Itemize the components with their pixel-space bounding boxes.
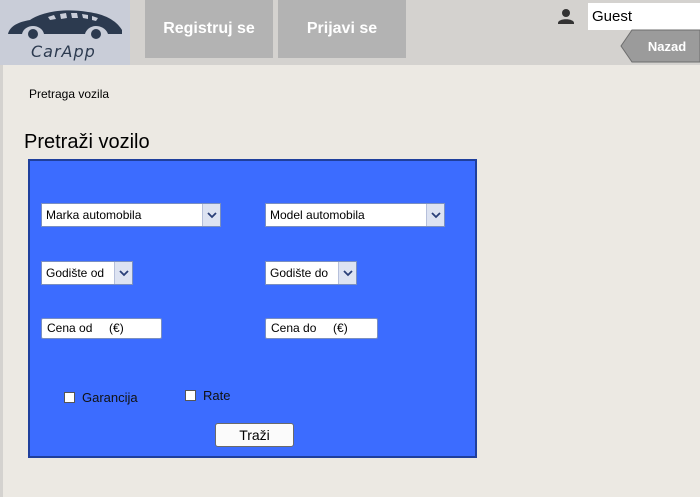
checkbox-box[interactable]: [64, 392, 75, 403]
search-panel: Marka automobila Model automobila Godišt…: [28, 159, 477, 458]
make-select[interactable]: Marka automobila: [41, 203, 221, 227]
year-to-value: Godište do: [270, 266, 329, 280]
user-name: Guest: [588, 3, 700, 30]
chevron-down-icon: [114, 262, 132, 284]
year-from-select[interactable]: Godište od: [41, 261, 133, 285]
login-button[interactable]: Prijavi se: [278, 0, 406, 58]
chevron-down-icon: [426, 204, 444, 226]
page-title: Pretraži vozilo: [24, 131, 150, 153]
price-to-input[interactable]: Cena do (€): [265, 318, 378, 339]
chevron-down-icon: [338, 262, 356, 284]
chevron-down-icon: [202, 204, 220, 226]
breadcrumb: Pretraga vozila: [29, 87, 110, 101]
price-from-input[interactable]: Cena od (€): [41, 318, 162, 339]
user-area: Guest: [545, 3, 700, 30]
car-icon: [8, 10, 122, 39]
app-logo[interactable]: CarApp: [0, 0, 130, 65]
installments-label: Rate: [203, 388, 231, 403]
back-button[interactable]: Nazad: [620, 29, 700, 63]
make-select-value: Marka automobila: [46, 208, 142, 222]
year-to-select[interactable]: Godište do: [265, 261, 357, 285]
logo-text: CarApp: [31, 42, 96, 61]
warranty-checkbox[interactable]: Garancija: [64, 390, 138, 405]
year-from-value: Godište od: [46, 266, 105, 280]
back-label: Nazad: [647, 38, 687, 54]
model-select[interactable]: Model automobila: [265, 203, 445, 227]
installments-checkbox[interactable]: Rate: [185, 388, 230, 403]
model-select-value: Model automobila: [270, 208, 365, 222]
checkbox-box[interactable]: [185, 390, 196, 401]
search-button[interactable]: Traži: [215, 423, 294, 447]
register-button[interactable]: Registruj se: [145, 0, 273, 58]
warranty-label: Garancija: [82, 390, 138, 405]
user-icon: [545, 3, 587, 30]
left-divider: [0, 65, 3, 497]
